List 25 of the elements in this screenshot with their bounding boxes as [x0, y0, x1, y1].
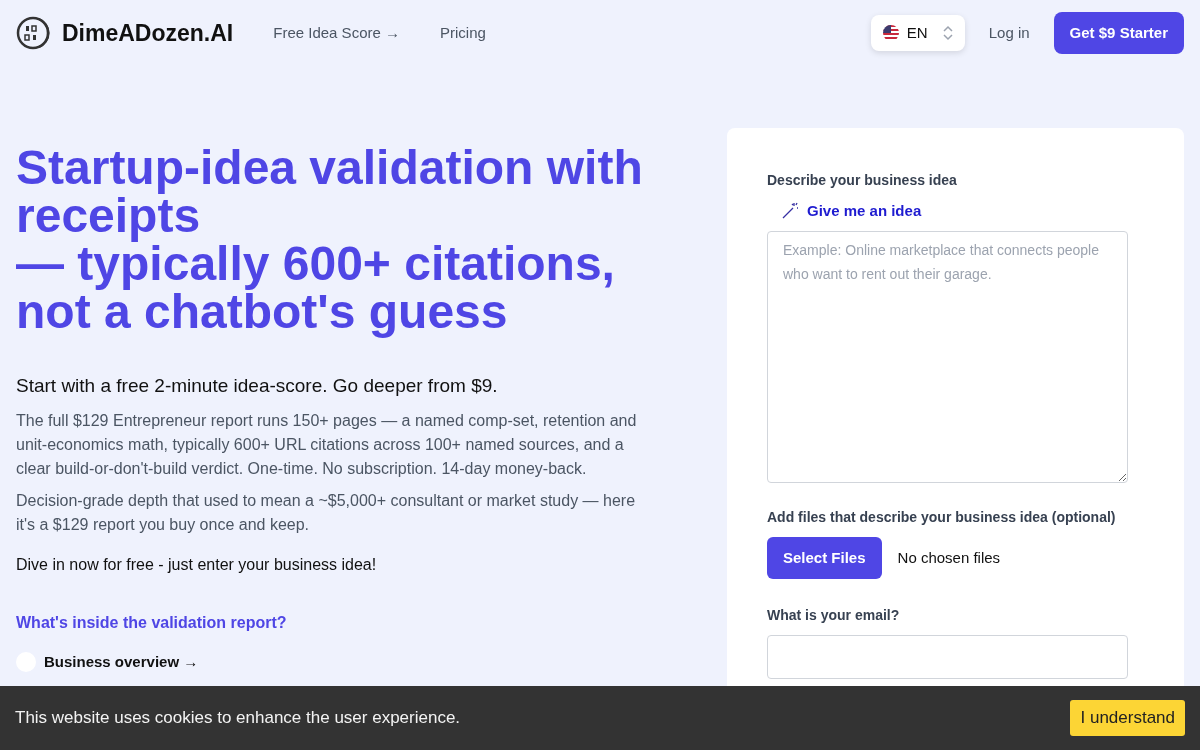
field-label: What is your email?: [767, 606, 901, 625]
section-heading: What's inside the validation report?: [16, 612, 288, 633]
field-label: Add files that describe your business idea (optional): [767, 507, 1117, 527]
select-files-button[interactable]: Select Files: [767, 536, 882, 579]
paragraph: Decision-grade depth that used to mean a ~$5,000+ consultant or market study — here it's a $129 report you buy once and keep.: [16, 490, 637, 535]
idea-button[interactable]: Give me an idea: [807, 200, 922, 223]
chevron-updown-icon: [942, 25, 953, 41]
subtitle: Start with a free 2-minute idea-score. Go deeper from $9.: [16, 374, 499, 398]
call-to-action-text: Dive in now for free - just enter your business idea!: [16, 554, 378, 575]
magic-wand-icon: [781, 202, 799, 221]
field-label: Describe your business idea: [767, 171, 958, 190]
email-field[interactable]: [767, 635, 1128, 679]
idea-field[interactable]: Example: Online marketplace that connects people who want to rent out their garage.: [767, 230, 1128, 483]
nav-link[interactable]: Pricing: [440, 21, 486, 45]
nav-link[interactable]: Free Idea Score →: [273, 21, 400, 45]
report-item-link[interactable]: Business overview →: [44, 650, 199, 673]
accept-button[interactable]: I understand: [1070, 700, 1185, 736]
flag-icon: [882, 25, 899, 41]
cookie-message: This website uses cookies to enhance the user experience.: [15, 707, 461, 730]
file-status: No chosen files: [897, 547, 1001, 568]
starter-button[interactable]: Get $9 Starter: [1053, 11, 1184, 55]
brand-name: DimeADozen.AI: [62, 18, 234, 48]
paragraph: The full $129 Entrepreneur report runs 150+ pages — a named comp-set, retention and unit-economics math, typically 600+ URL citations across 100+ named sources, and a clear build-or-don't-build verdict. One-time. No subscription. 14-day money-back.: [16, 410, 638, 479]
login-link[interactable]: Log in: [988, 21, 1030, 45]
language-select[interactable]: EN: [870, 14, 965, 52]
